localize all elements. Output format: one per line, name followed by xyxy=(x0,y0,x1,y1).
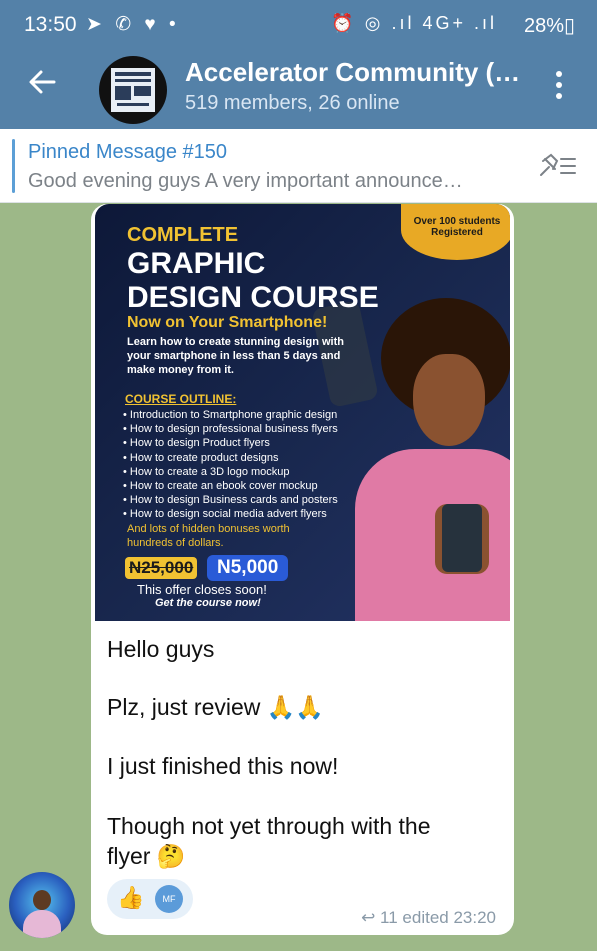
poster-line-1: COMPLETE xyxy=(127,224,239,246)
pinned-message-bar[interactable]: Pinned Message #150 Good evening guys A … xyxy=(0,129,597,203)
outline-item: Introduction to Smartphone graphic desig… xyxy=(123,408,338,422)
chat-header: Accelerator Community (… 519 members, 26… xyxy=(0,52,597,129)
message-text-3: I just finished this now! xyxy=(107,753,339,779)
outline-item: How to design social media advert flyers xyxy=(123,507,338,521)
group-avatar[interactable] xyxy=(99,56,167,124)
back-arrow-icon[interactable] xyxy=(28,68,56,102)
poster-outline-header: COURSE OUTLINE: xyxy=(125,392,237,406)
poster-woman-face xyxy=(413,354,485,446)
status-time: 13:50 xyxy=(24,13,77,36)
battery-indicator: 28%▯ xyxy=(523,15,575,37)
poster-phone xyxy=(442,504,482,572)
poster-outline: Introduction to Smartphone graphic desig… xyxy=(123,408,338,522)
message-image[interactable]: Over 100 students Registered COMPLETE GR… xyxy=(95,204,510,621)
group-avatar-image xyxy=(111,68,155,112)
sender-avatar[interactable] xyxy=(9,872,75,938)
message-bubble[interactable]: Over 100 students Registered COMPLETE GR… xyxy=(91,204,514,935)
pinned-indicator xyxy=(12,139,15,193)
message-text-2: Plz, just review 🙏🙏 xyxy=(107,694,325,720)
poster-old-price: N25,000 xyxy=(125,557,198,579)
poster-cta: Get the course now! xyxy=(155,597,261,609)
message-meta: ↩ 11 edited 23:20 xyxy=(361,908,496,927)
outline-item: How to design Product flyers xyxy=(123,436,338,450)
reactor-avatar: MF xyxy=(155,885,183,913)
outline-item: How to design professional business flye… xyxy=(123,422,338,436)
sender-shoulders xyxy=(23,910,61,938)
outline-item: How to design Business cards and posters xyxy=(123,493,338,507)
sender-head xyxy=(33,890,51,910)
message-text-4: Though not yet through with the flyer 🤔 xyxy=(107,813,431,869)
poster-intro: Learn how to create stunning design with… xyxy=(127,336,344,376)
status-bar: 13:50 ➤ ✆ ♥ • ⏰ ◎ .ıl 4G+ .ıl 28%▯ xyxy=(0,0,597,52)
poster-line-4: Now on Your Smartphone! xyxy=(127,314,328,331)
message-text-1: Hello guys xyxy=(107,636,215,662)
chat-subtitle[interactable]: 519 members, 26 online xyxy=(185,92,400,115)
thumbs-up-icon: 👍 xyxy=(117,885,145,910)
signal-icons: ⏰ ◎ .ıl 4G+ .ıl xyxy=(331,13,497,33)
poster-offer: This offer closes soon! xyxy=(137,582,267,597)
poster-new-price: N5,000 xyxy=(207,555,289,581)
poster-bonus: And lots of hidden bonuses worth hundred… xyxy=(127,523,290,549)
outline-item: How to create an ebook cover mockup xyxy=(123,479,338,493)
poster-badge: Over 100 students Registered xyxy=(401,204,510,260)
pinned-text: Good evening guys A very important annou… xyxy=(28,170,463,192)
more-options-icon[interactable] xyxy=(552,71,566,107)
pinned-title: Pinned Message #150 xyxy=(28,141,228,163)
outline-item: How to create a 3D logo mockup xyxy=(123,465,338,479)
reaction-chip[interactable]: 👍 MF xyxy=(107,879,193,919)
poster-line-3: DESIGN COURSE xyxy=(127,281,379,314)
pinned-list-icon[interactable] xyxy=(537,153,577,179)
notification-icons: ➤ ✆ ♥ • xyxy=(86,14,180,35)
outline-item: How to create product designs xyxy=(123,451,338,465)
poster-line-2: GRAPHIC xyxy=(127,247,266,280)
chat-title[interactable]: Accelerator Community (… xyxy=(185,57,525,88)
